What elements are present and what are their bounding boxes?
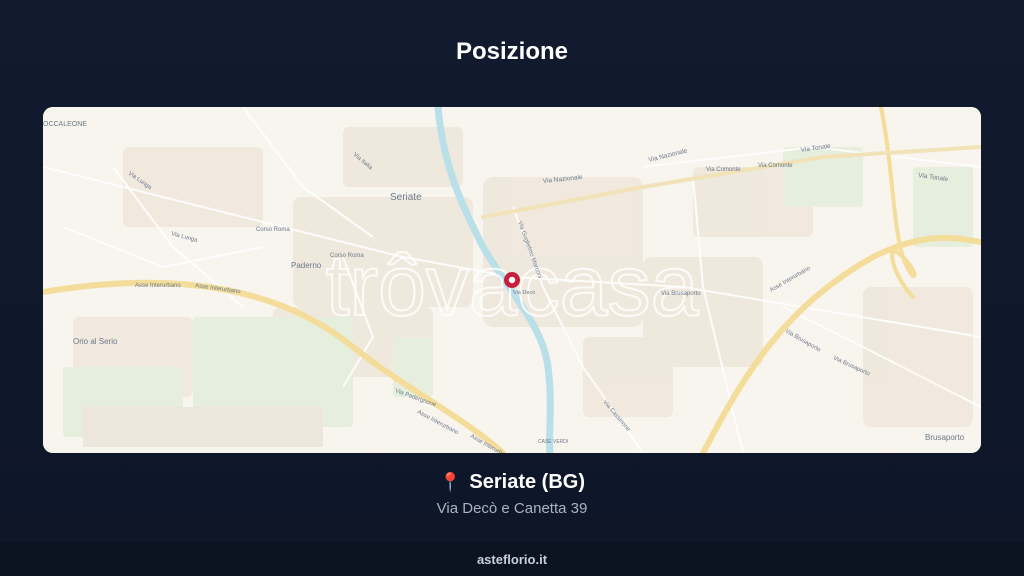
site-link[interactable]: asteflorio.it xyxy=(477,552,547,567)
street-label: Asse Interurbano xyxy=(135,283,181,289)
airport-area xyxy=(83,407,323,447)
location-heading: 📍 Seriate (BG) xyxy=(0,471,1024,494)
street-label: Via Brusaporto xyxy=(661,291,701,297)
map-pin-icon: 📍 xyxy=(438,472,462,492)
location-map[interactable]: trôvacasa OCCALEONE Seriate Paderno Orio… xyxy=(43,107,981,453)
city-label: Seriate (BG) xyxy=(469,471,585,493)
place-label: Orio al Serio xyxy=(73,337,118,346)
street-label: Corso Roma xyxy=(256,227,290,233)
street-label: Corso Roma xyxy=(330,253,364,259)
place-label: Seriate xyxy=(390,192,422,203)
map-canvas[interactable]: trôvacasa OCCALEONE Seriate Paderno Orio… xyxy=(43,107,981,453)
address-label: Via Decò e Canetta 39 xyxy=(436,500,588,517)
location-marker[interactable] xyxy=(504,272,520,288)
place-label: CASE VERDI xyxy=(538,439,568,445)
place-label: Paderno xyxy=(291,261,322,270)
footer: asteflorio.it xyxy=(0,543,1024,576)
page-title: Posizione xyxy=(455,38,569,65)
street-label: Via Comonte xyxy=(706,167,741,173)
street-label: Via Comonte xyxy=(758,163,793,169)
place-label: OCCALEONE xyxy=(43,121,87,128)
street-label: Via Decò xyxy=(513,290,535,296)
place-label: Brusaporto xyxy=(925,433,965,442)
